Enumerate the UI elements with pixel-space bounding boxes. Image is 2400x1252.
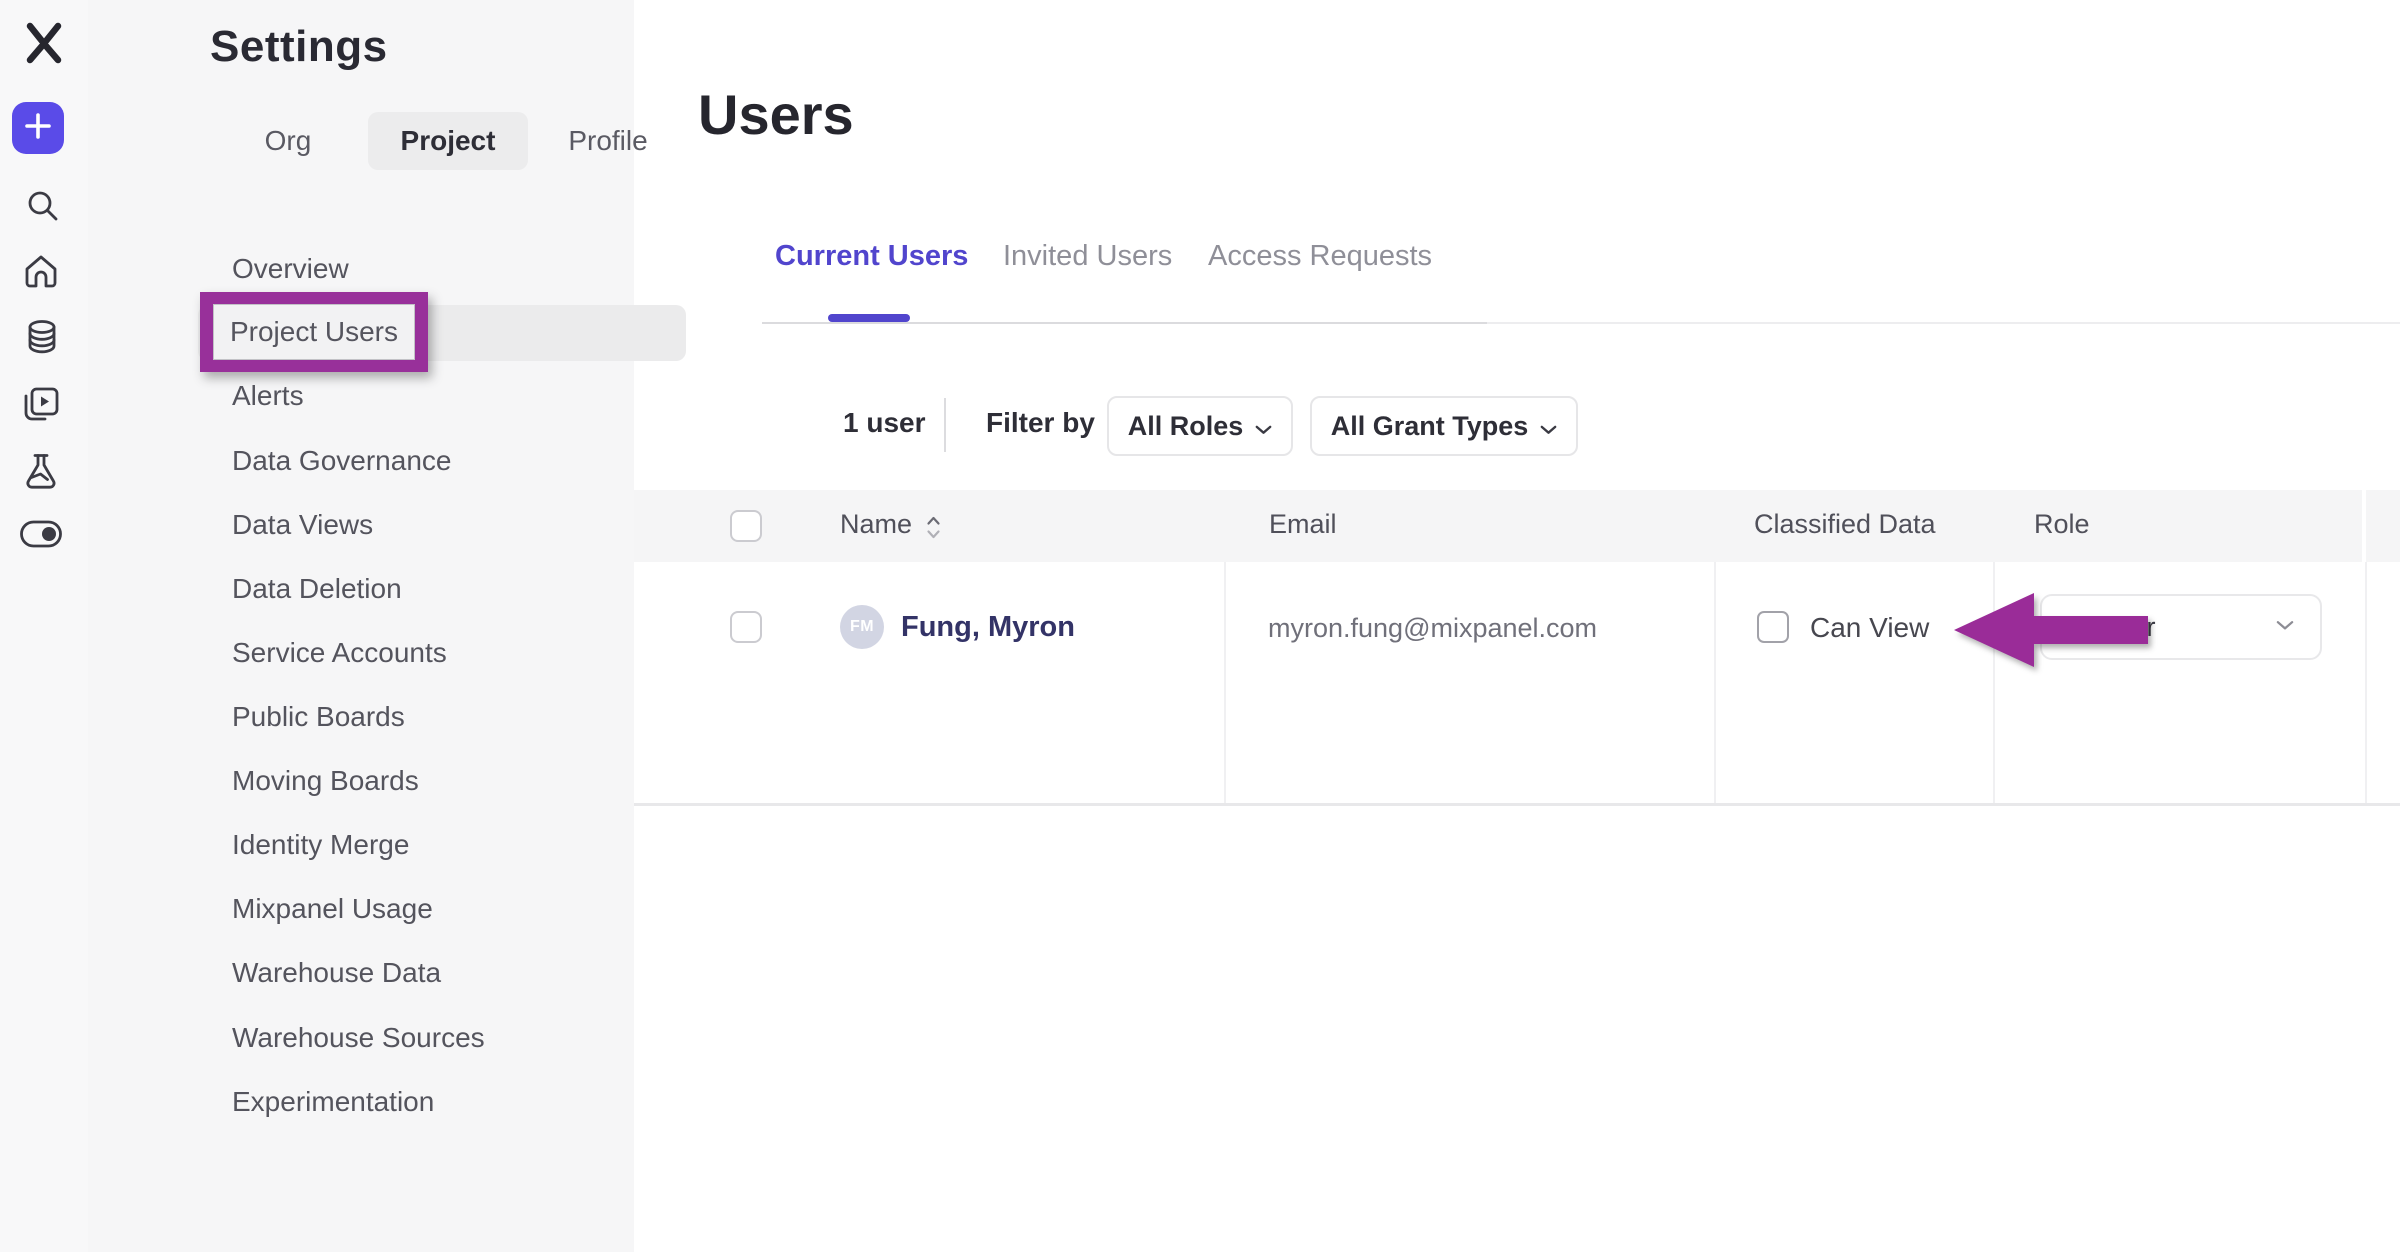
sidebar-item-warehouse-sources[interactable]: Warehouse Sources xyxy=(232,1018,485,1058)
tab-access-requests[interactable]: Access Requests xyxy=(1208,240,1432,273)
annotation-box-project-users: Project Users xyxy=(200,292,428,372)
all-grant-types-label: All Grant Types xyxy=(1331,411,1529,442)
tab-current-users[interactable]: Current Users xyxy=(775,240,968,273)
table-header-gap xyxy=(2362,490,2366,562)
sidebar-item-service-accounts[interactable]: Service Accounts xyxy=(232,633,447,673)
all-roles-label: All Roles xyxy=(1128,411,1244,442)
page-title: Users xyxy=(698,82,854,147)
chevron-down-icon xyxy=(2276,618,2294,636)
sidebar-item-identity-merge[interactable]: Identity Merge xyxy=(232,825,409,865)
settings-title: Settings xyxy=(210,22,388,72)
icon-rail xyxy=(0,0,89,1252)
user-email: myron.fung@mixpanel.com xyxy=(1268,613,1597,644)
column-divider xyxy=(1224,562,1226,803)
row-divider xyxy=(634,803,2400,806)
sidebar-item-moving-boards[interactable]: Moving Boards xyxy=(232,761,419,801)
tab-invited-users[interactable]: Invited Users xyxy=(1003,240,1172,273)
sidebar-item-public-boards[interactable]: Public Boards xyxy=(232,697,405,737)
row-select-checkbox[interactable] xyxy=(730,611,762,643)
tab-divider xyxy=(762,322,1487,324)
settings-sidebar: Settings Org Project Profile Overview Pr… xyxy=(88,0,634,1252)
mixpanel-logo[interactable] xyxy=(18,18,70,68)
all-grant-types-dropdown[interactable]: All Grant Types xyxy=(1310,396,1578,456)
classified-data-checkbox[interactable] xyxy=(1757,611,1789,643)
all-roles-dropdown[interactable]: All Roles xyxy=(1107,396,1293,456)
sidebar-item-alerts[interactable]: Alerts xyxy=(232,376,304,416)
avatar: FM xyxy=(840,605,884,649)
user-name-link[interactable]: Fung, Myron xyxy=(901,611,1075,644)
create-button[interactable] xyxy=(12,102,64,154)
sidebar-item-data-deletion[interactable]: Data Deletion xyxy=(232,569,402,609)
avatar-initials: FM xyxy=(850,618,874,636)
tab-org[interactable]: Org xyxy=(238,114,338,168)
tab-profile[interactable]: Profile xyxy=(548,114,668,168)
sidebar-item-overview[interactable]: Overview xyxy=(232,249,349,289)
database-icon[interactable] xyxy=(20,316,64,360)
plus-icon xyxy=(12,100,64,157)
column-header-email[interactable]: Email xyxy=(1269,509,1337,540)
column-header-role[interactable]: Role xyxy=(2034,509,2090,540)
column-header-name[interactable]: Name xyxy=(840,509,912,540)
tab-project[interactable]: Project xyxy=(368,112,528,170)
home-icon[interactable] xyxy=(19,250,63,294)
sidebar-item-project-users-label[interactable]: Project Users xyxy=(213,304,415,360)
search-icon[interactable] xyxy=(21,184,65,228)
sidebar-item-data-views[interactable]: Data Views xyxy=(232,505,373,545)
column-divider xyxy=(2365,562,2367,803)
select-all-checkbox[interactable] xyxy=(730,510,762,542)
mixpanel-settings-page: Settings Org Project Profile Overview Pr… xyxy=(0,0,2400,1252)
chevron-down-icon xyxy=(1255,411,1272,442)
column-divider xyxy=(1714,562,1716,803)
sidebar-item-mixpanel-usage[interactable]: Mixpanel Usage xyxy=(232,889,433,929)
annotation-arrow xyxy=(1950,588,2152,672)
boards-icon[interactable] xyxy=(19,382,63,426)
sidebar-item-warehouse-data[interactable]: Warehouse Data xyxy=(232,953,441,993)
user-count: 1 user xyxy=(843,407,926,439)
column-header-classified[interactable]: Classified Data xyxy=(1754,509,1936,540)
sidebar-item-experimentation[interactable]: Experimentation xyxy=(232,1082,434,1122)
active-tab-indicator xyxy=(828,314,910,322)
sort-icon[interactable] xyxy=(926,514,941,546)
classified-data-label: Can View xyxy=(1810,612,1929,644)
tab-divider-extension xyxy=(1487,322,2400,324)
chevron-down-icon xyxy=(1540,411,1557,442)
flask-icon[interactable] xyxy=(19,449,63,493)
sidebar-item-data-governance[interactable]: Data Governance xyxy=(232,441,451,481)
filter-by-label: Filter by xyxy=(986,407,1095,439)
toolbar-divider xyxy=(944,398,946,452)
toggle-icon[interactable] xyxy=(17,517,65,551)
